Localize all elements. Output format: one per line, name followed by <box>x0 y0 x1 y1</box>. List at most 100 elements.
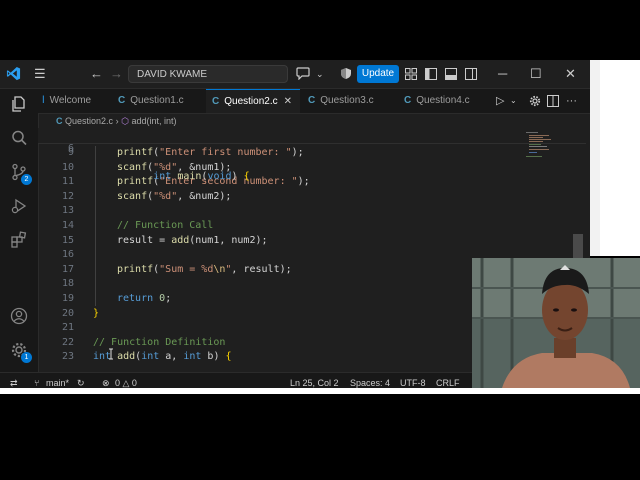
brace-token: { <box>225 351 232 363</box>
line-number: 21 <box>61 322 74 334</box>
account-icon[interactable] <box>10 307 28 325</box>
vscode-small-icon: ǀ <box>42 95 45 106</box>
line-number: 23 <box>61 351 74 363</box>
line-number: 6 <box>67 143 74 154</box>
toggle-panel-icon[interactable] <box>445 68 457 80</box>
tab-label: Question4.c <box>416 95 470 106</box>
code-text: // Function Call <box>117 219 213 233</box>
source-control-badge: 2 <box>21 174 32 185</box>
code-text: } <box>93 307 99 321</box>
keyword-token: int <box>141 351 160 363</box>
breadcrumb: C Question2.c › ⬡ add(int, int) <box>56 114 176 128</box>
tab-question2[interactable]: C Question2.c ✕ <box>206 89 300 113</box>
text-cursor-icon <box>109 348 113 360</box>
run-chevron-icon[interactable]: ⌄ <box>510 89 517 113</box>
keyword-token: int <box>153 171 178 182</box>
breadcrumb-symbol[interactable]: add(int, int) <box>131 116 176 126</box>
tab-welcome[interactable]: ǀ Welcome <box>42 89 112 113</box>
brace-token: { <box>243 171 250 182</box>
sticky-scroll-header[interactable]: 6 int main(void) { <box>38 128 586 182</box>
settings-gear-icon[interactable] <box>529 95 541 107</box>
maximize-icon[interactable]: ☐ <box>530 66 542 82</box>
plain-token: ); <box>297 176 310 188</box>
run-and-debug-icon[interactable] <box>10 197 28 215</box>
update-button[interactable]: Update <box>357 65 399 83</box>
plain-token: ) <box>231 171 244 182</box>
search-icon[interactable] <box>10 129 28 147</box>
tab-label: Question3.c <box>320 95 374 106</box>
accounts-shield-icon[interactable] <box>340 67 352 80</box>
plain-token: , result); <box>231 263 292 275</box>
editor-tabs: ǀ Welcome C Question1.c C Question2.c ✕ C Que… <box>38 89 590 114</box>
vscode-logo-icon <box>6 66 21 81</box>
c-file-icon: C <box>212 96 220 107</box>
code-line[interactable]: 15 result = add(num1, num2); <box>38 234 558 248</box>
plain-token: a, <box>159 351 184 363</box>
line-number: 22 <box>61 336 74 348</box>
toggle-primary-sidebar-icon[interactable] <box>425 68 437 80</box>
webcam-overlay <box>472 258 640 388</box>
code-text: printf("Sum = %d\n", result); <box>117 263 292 277</box>
background-area <box>600 60 640 256</box>
line-number: 16 <box>61 249 74 261</box>
c-file-icon: C <box>118 95 126 106</box>
plain-token: ; <box>165 293 172 304</box>
toggle-secondary-sidebar-icon[interactable] <box>465 68 477 80</box>
forward-arrow-icon[interactable]: → <box>110 66 123 82</box>
split-editor-icon[interactable] <box>547 95 559 107</box>
more-actions-icon[interactable]: ··· <box>566 89 577 113</box>
background-strip <box>0 388 640 394</box>
comment-token: // Function Definition <box>93 336 226 348</box>
line-number: 19 <box>61 293 74 304</box>
minimize-icon[interactable]: ─ <box>498 66 507 82</box>
plain-token: b) <box>201 351 226 363</box>
tab-label: Welcome <box>49 95 92 106</box>
code-line[interactable]: 13 <box>38 204 558 218</box>
command-center-search[interactable]: DAVID KWAME <box>128 65 288 83</box>
layout-customize-icon[interactable] <box>405 68 417 80</box>
settings-badge: 1 <box>21 352 32 363</box>
function-token: add <box>117 351 136 363</box>
extensions-icon[interactable] <box>10 231 28 249</box>
brace-token: } <box>93 307 100 319</box>
line-number: 18 <box>61 278 74 290</box>
tab-question3[interactable]: C Question3.c <box>308 89 396 113</box>
line-number: 15 <box>61 234 74 246</box>
tab-question4[interactable]: C Question4.c <box>404 89 492 113</box>
chevron-down-icon[interactable]: ⌄ <box>316 66 324 82</box>
minimap[interactable] <box>526 130 566 160</box>
background-window-edge <box>590 60 600 256</box>
copilot-chat-icon[interactable] <box>296 67 310 80</box>
activity-bar: 2 1 <box>0 89 39 375</box>
tab-label: Question1.c <box>130 95 184 106</box>
code-text: result = add(num1, num2); <box>117 234 268 248</box>
line-number: 12 <box>61 190 74 202</box>
c-file-icon: C <box>404 95 412 106</box>
code-text: return 0; <box>117 292 171 306</box>
tab-question1[interactable]: C Question1.c <box>118 89 204 113</box>
c-file-icon: C <box>56 116 63 126</box>
presenter-video-image <box>472 258 640 388</box>
keyword-token: void <box>207 171 232 182</box>
plain-token: result = <box>117 234 172 246</box>
menu-icon[interactable]: ☰ <box>34 66 46 82</box>
escape-token: \n <box>213 263 226 275</box>
function-token: main <box>177 171 202 182</box>
c-file-icon: C <box>308 95 316 106</box>
line-number: 20 <box>61 307 74 319</box>
back-arrow-icon[interactable]: ← <box>90 66 103 82</box>
function-token: printf <box>117 263 154 275</box>
breadcrumb-file[interactable]: Question2.c <box>65 116 113 126</box>
keyword-token: return <box>117 293 154 304</box>
function-token: add <box>171 234 190 246</box>
keyword-token: int <box>183 351 202 363</box>
plain-token: (num1, num2); <box>189 234 268 246</box>
close-window-icon[interactable]: ✕ <box>565 66 576 82</box>
symbol-method-icon: ⬡ <box>121 116 129 126</box>
comment-token: // Function Call <box>117 220 214 231</box>
run-play-icon[interactable]: ▷ <box>496 89 504 113</box>
explorer-icon[interactable] <box>10 95 28 113</box>
code-line[interactable]: 14 // Function Call <box>38 219 558 233</box>
close-tab-icon[interactable]: ✕ <box>284 96 292 107</box>
line-number: 14 <box>61 220 74 231</box>
